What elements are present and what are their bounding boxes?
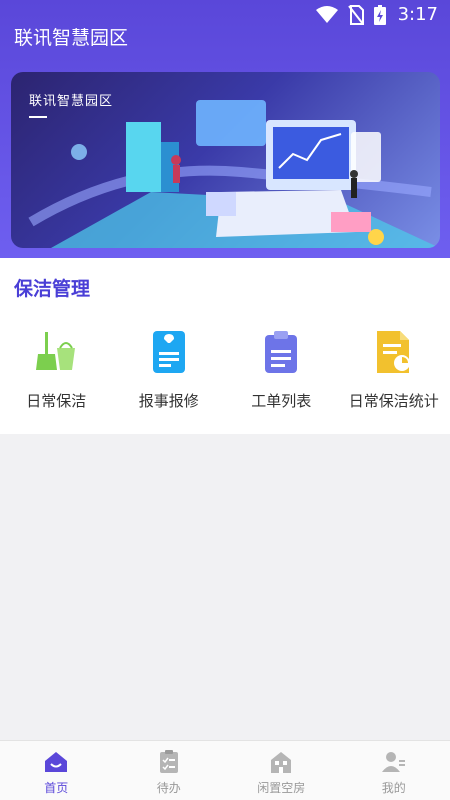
tab-todo-label: 待办 [156, 781, 181, 795]
building-icon [268, 749, 294, 775]
work-order-list-button[interactable]: 工单列表 [225, 330, 338, 420]
status-icons [316, 5, 386, 25]
battery-charging-icon [374, 5, 386, 25]
tab-home-label: 首页 [44, 781, 69, 795]
header: 3:17 联讯智慧园区 联讯智慧园区 [0, 0, 450, 258]
checklist-icon [156, 749, 182, 775]
app-title: 联讯智慧园区 [14, 27, 129, 49]
section-title: 保洁管理 [14, 278, 91, 300]
clipboard-list-icon [261, 330, 301, 374]
bottom-tab-bar: 首页 待办 闲置空房 我的 [0, 740, 450, 800]
banner-carousel[interactable]: 联讯智慧园区 [11, 72, 440, 248]
tab-mine-label: 我的 [381, 781, 406, 795]
tab-home[interactable]: 首页 [0, 741, 113, 800]
broom-bucket-icon [36, 330, 76, 374]
report-repair-label: 报事报修 [138, 392, 199, 410]
wrench-ticket-icon [149, 330, 189, 374]
tab-vacant-rooms[interactable]: 闲置空房 [225, 741, 338, 800]
tab-vacant-rooms-label: 闲置空房 [257, 781, 306, 795]
no-sim-icon [348, 5, 364, 25]
status-time: 3:17 [397, 4, 438, 25]
cleaning-statistics-label: 日常保洁统计 [348, 392, 439, 410]
tab-todo[interactable]: 待办 [113, 741, 226, 800]
document-stats-icon [374, 330, 414, 374]
user-icon [381, 749, 407, 775]
daily-cleaning-label: 日常保洁 [26, 392, 87, 410]
function-grid: 日常保洁 报事报修 工单列表 日常保洁统计 [0, 330, 450, 420]
work-order-list-label: 工单列表 [251, 392, 312, 410]
wifi-icon [316, 6, 338, 23]
home-icon [43, 749, 69, 775]
daily-cleaning-button[interactable]: 日常保洁 [0, 330, 113, 420]
report-repair-button[interactable]: 报事报修 [113, 330, 226, 420]
cleaning-statistics-button[interactable]: 日常保洁统计 [338, 330, 450, 420]
cleaning-management-section: 保洁管理 日常保洁 报事报修 工单列表 日常保洁统计 [0, 258, 450, 434]
smart-city-illustration [28, 100, 440, 248]
tab-mine[interactable]: 我的 [338, 741, 450, 800]
